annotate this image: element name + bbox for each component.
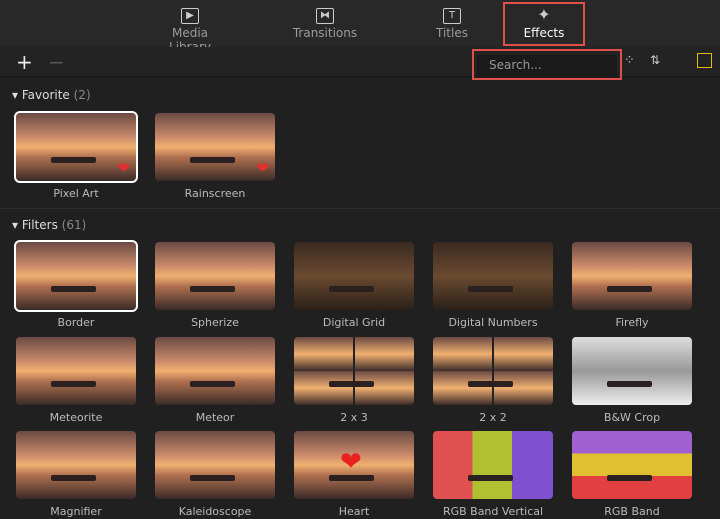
ship-image xyxy=(607,286,652,292)
filters-count: (61) xyxy=(61,218,87,232)
effect-label: 2 x 3 xyxy=(340,411,368,424)
effect-thumbnail[interactable] xyxy=(14,240,138,312)
ship-image xyxy=(468,286,513,292)
effect-tile[interactable]: Magnifier xyxy=(16,431,136,518)
effect-label: Border xyxy=(57,316,95,329)
effect-tile[interactable]: ❤ Heart xyxy=(294,431,414,518)
effects-wand-icon: ✦ xyxy=(537,5,551,24)
ship-image xyxy=(468,475,513,481)
effect-tile[interactable]: 2 x 2 xyxy=(433,337,553,424)
effect-label: Digital Grid xyxy=(322,316,386,329)
effect-label: Spherize xyxy=(191,316,239,329)
ship-image xyxy=(51,381,96,387)
ship-image xyxy=(51,157,96,163)
effect-thumbnail[interactable] xyxy=(572,242,692,310)
search-box xyxy=(472,49,622,80)
favorite-section-header[interactable]: ▾ Favorite (2) xyxy=(12,88,91,102)
favorite-title: Favorite xyxy=(21,88,70,102)
effect-tile[interactable]: Digital Grid xyxy=(294,242,414,329)
effect-tile[interactable]: Spherize xyxy=(155,242,275,329)
search-input[interactable] xyxy=(477,54,617,76)
favorite-heart-icon[interactable]: ❤ xyxy=(117,159,130,177)
media-library-icon: ▶ xyxy=(181,8,199,24)
add-button[interactable]: + xyxy=(16,50,33,74)
effect-tile[interactable]: Meteorite xyxy=(16,337,136,424)
ship-image xyxy=(190,157,235,163)
effect-thumbnail[interactable] xyxy=(294,242,414,310)
effect-tile[interactable]: Border xyxy=(14,240,138,329)
tab-transitions[interactable]: ⧓ Transitions xyxy=(285,0,365,47)
tab-label: Titles xyxy=(436,26,468,40)
sort-icon[interactable]: ⇅ xyxy=(650,53,660,67)
effect-tile[interactable]: ❤ Pixel Art xyxy=(14,111,138,200)
tab-media-library[interactable]: ▶Media Library xyxy=(150,0,230,54)
heart-shape-icon: ❤ xyxy=(340,447,362,477)
effect-thumbnail[interactable] xyxy=(572,337,692,405)
effect-tile[interactable]: Firefly xyxy=(572,242,692,329)
ship-image xyxy=(190,381,235,387)
effect-tile[interactable]: Kaleidoscope xyxy=(155,431,275,518)
filters-section-header[interactable]: ▾ Filters (61) xyxy=(12,218,86,232)
effect-thumbnail[interactable]: ❤ xyxy=(155,113,275,181)
effect-thumbnail[interactable]: ❤ xyxy=(14,111,138,183)
filters-title: Filters xyxy=(21,218,58,232)
effect-label: Heart xyxy=(338,505,370,518)
transitions-icon: ⧓ xyxy=(316,8,334,24)
favorite-heart-icon[interactable]: ❤ xyxy=(256,159,269,177)
ship-image xyxy=(329,286,374,292)
remove-button[interactable]: − xyxy=(48,50,65,74)
tab-label: Effects xyxy=(523,26,565,40)
effect-label: Meteor xyxy=(195,411,235,424)
effect-thumbnail[interactable] xyxy=(294,337,414,405)
effect-thumbnail[interactable] xyxy=(433,242,553,310)
effect-thumbnail[interactable] xyxy=(155,242,275,310)
effect-thumbnail[interactable] xyxy=(433,431,553,499)
grid-view-icon[interactable]: ⁘ xyxy=(624,53,635,68)
effect-tile[interactable]: Meteor xyxy=(155,337,275,424)
toolbar: + − ⁘ ⇅ xyxy=(0,47,720,80)
titles-icon: T xyxy=(443,8,461,24)
effect-label: 2 x 2 xyxy=(479,411,507,424)
effect-label: Kaleidoscope xyxy=(178,505,252,518)
ship-image xyxy=(190,286,235,292)
panel-toggle-icon[interactable] xyxy=(697,53,712,68)
effect-thumbnail[interactable]: ❤ xyxy=(294,431,414,499)
divider xyxy=(0,208,720,209)
effect-label: Rainscreen xyxy=(184,187,246,200)
effect-label: Digital Numbers xyxy=(448,316,538,329)
effect-label: Magnifier xyxy=(50,505,102,518)
effect-label: Pixel Art xyxy=(53,187,99,200)
ship-image xyxy=(329,381,374,387)
ship-image xyxy=(51,286,96,292)
effect-tile[interactable]: Digital Numbers xyxy=(433,242,553,329)
effect-thumbnail[interactable] xyxy=(433,337,553,405)
ship-image xyxy=(607,381,652,387)
effect-thumbnail[interactable] xyxy=(16,337,136,405)
ship-image xyxy=(607,475,652,481)
ship-image xyxy=(468,381,513,387)
effect-label: RGB Band xyxy=(604,505,660,518)
ship-image xyxy=(51,475,96,481)
effect-label: RGB Band Vertical xyxy=(442,505,544,518)
tab-label: Transitions xyxy=(292,26,358,40)
tab-effects[interactable]: ✦ Effects xyxy=(503,2,585,46)
effect-label: Meteorite xyxy=(49,411,103,424)
tab-titles[interactable]: T Titles xyxy=(412,0,492,47)
effect-tile[interactable]: RGB Band Vertical xyxy=(433,431,553,518)
effect-thumbnail[interactable] xyxy=(155,431,275,499)
favorite-count: (2) xyxy=(73,88,91,102)
effect-tile[interactable]: RGB Band xyxy=(572,431,692,518)
effect-tile[interactable]: ❤ Rainscreen xyxy=(155,113,275,200)
effect-thumbnail[interactable] xyxy=(572,431,692,499)
effect-tile[interactable]: 2 x 3 xyxy=(294,337,414,424)
effect-thumbnail[interactable] xyxy=(16,431,136,499)
effect-thumbnail[interactable] xyxy=(155,337,275,405)
ship-image xyxy=(190,475,235,481)
effect-tile[interactable]: B&W Crop xyxy=(572,337,692,424)
effect-label: Firefly xyxy=(615,316,649,329)
effect-label: B&W Crop xyxy=(603,411,661,424)
tab-bar: ▶Media Library ⧓ Transitions T Titles ✦ Effect… xyxy=(0,0,720,54)
